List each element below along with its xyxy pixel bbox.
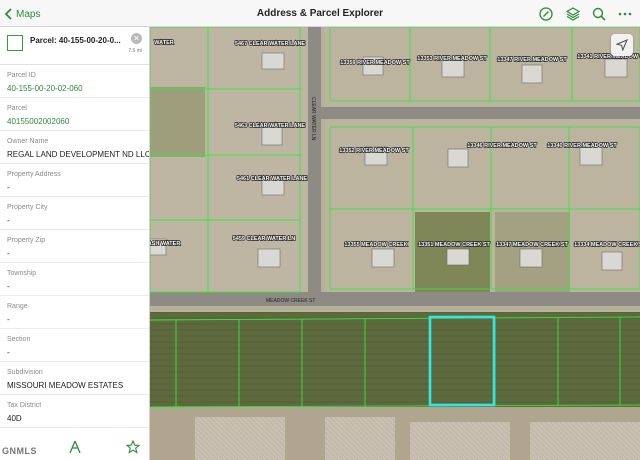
- mls-watermark: GNMLS: [2, 446, 37, 456]
- field-label: Property Zip: [7, 237, 46, 244]
- map-canvas[interactable]: 5467 CLEAR WATER LANE 13359 RIVER MEADOW …: [150, 27, 640, 460]
- parcel-address-label: 13359 RIVER MEADOW ST: [340, 60, 410, 66]
- satellite-map[interactable]: 5467 CLEAR WATER LANE 13359 RIVER MEADOW …: [150, 27, 640, 460]
- field-row: Section -: [0, 329, 149, 362]
- river-meadow-road: [321, 107, 640, 119]
- field-row: Property Zip -: [0, 230, 149, 263]
- clear-water-road: [308, 27, 321, 297]
- field-row: Owner Name REGAL LAND DEVELOPMENT ND LLC: [0, 131, 150, 164]
- parcel-swatch-icon: [7, 35, 23, 51]
- close-icon[interactable]: ✕: [131, 33, 142, 44]
- parcel-address-label: 13347 MEADOW CREEK ST: [496, 242, 568, 248]
- more-icon[interactable]: [617, 6, 633, 22]
- field-value: -: [7, 348, 10, 357]
- field-value: -: [7, 315, 10, 324]
- field-value: MISSOURI MEADOW ESTATES: [7, 381, 124, 390]
- parcel-address-label: 13347 RIVER MEADOW ST: [497, 57, 567, 63]
- field-value: -: [7, 249, 10, 258]
- yard-area: [150, 27, 310, 292]
- meadow-creek-road: [150, 292, 640, 306]
- field-label: Township: [7, 270, 37, 277]
- road-label: CLEAR WATER LN: [310, 97, 316, 141]
- field-value: -: [7, 282, 10, 291]
- field-row: Subdivision MISSOURI MEADOW ESTATES: [0, 362, 149, 395]
- field-label: Property City: [7, 204, 48, 211]
- parcel-address-label: 13352 RIVER MEADOW ST: [339, 148, 409, 154]
- parcel-address-label: 13340 RIVER MEADOW ST: [547, 143, 617, 149]
- parcel-address-label: 5459 CLEAR WATER LN: [233, 236, 296, 242]
- grass-patch: [150, 87, 205, 157]
- field-value[interactable]: 40-155-00-20-02-060: [7, 84, 83, 93]
- route-icon[interactable]: [68, 440, 82, 454]
- favorite-star-icon[interactable]: [125, 439, 141, 454]
- field-value: REGAL LAND DEVELOPMENT ND LLC: [7, 150, 150, 159]
- crop-field: [150, 312, 640, 407]
- road-label: MEADOW CREEK ST: [266, 298, 315, 304]
- parcel-address-label: 13355 MEADOW CREEK: [344, 242, 407, 248]
- locate-me-icon[interactable]: [611, 34, 633, 56]
- field-row: Property Address -: [0, 164, 149, 197]
- field-row: Property City -: [0, 197, 149, 230]
- parcel-address-label: 5463 CLEAR WATER LANE: [235, 123, 306, 129]
- tilled-field: [325, 417, 395, 460]
- top-toolbar: Maps Address & Parcel Explorer: [0, 0, 640, 27]
- search-icon[interactable]: [591, 6, 607, 22]
- field-row: Range -: [0, 296, 149, 329]
- field-value: -: [7, 183, 10, 192]
- field-row[interactable]: Parcel ID 40-155-00-20-02-060: [0, 65, 149, 98]
- parcel-address-label: 5461 CLEAR WATER LANE: [237, 176, 308, 182]
- tilled-field: [410, 422, 510, 460]
- field-label: Range: [7, 303, 28, 310]
- parcel-info-panel: Parcel: 40-155-00-20-0... ✕ 7.5 mi Parce…: [0, 27, 150, 460]
- field-label: Tax District: [7, 402, 42, 409]
- field-label: Parcel: [7, 105, 27, 112]
- parcel-address-label: WATER: [154, 40, 173, 46]
- parcel-header: Parcel: 40-155-00-20-0... ✕ 7.5 mi: [0, 27, 149, 65]
- field-row[interactable]: Parcel 40155002002060: [0, 98, 149, 131]
- field-label: Subdivision: [7, 369, 43, 376]
- layers-icon[interactable]: [565, 6, 581, 22]
- field-row: Township -: [0, 263, 149, 296]
- parcel-address-label: 13346 RIVER MEADOW ST: [467, 143, 537, 149]
- parcel-address-label: 5467 CLEAR WATER LANE: [235, 41, 306, 47]
- distance-label: 7.5 mi: [128, 48, 142, 54]
- parcel-address-label: 13353 RIVER MEADOW ST: [417, 56, 487, 62]
- parcel-title: Parcel: 40-155-00-20-0...: [30, 36, 121, 45]
- parcel-address-label: ASH WATER: [150, 241, 180, 247]
- field-label: Property Address: [7, 171, 61, 178]
- tilled-field: [195, 417, 285, 460]
- tilled-field: [530, 422, 640, 460]
- field-value: 40D: [7, 414, 22, 423]
- field-label: Section: [7, 336, 31, 343]
- parcel-address-label: 13334 MEADOW CREEK ST: [574, 242, 640, 248]
- parcel-address-label: 13351 MEADOW CREEK ST: [418, 242, 490, 248]
- field-value: -: [7, 216, 10, 225]
- compass-check-icon[interactable]: [538, 6, 554, 22]
- panel-footer: GNMLS: [0, 430, 149, 460]
- field-label: Parcel ID: [7, 72, 36, 79]
- field-value[interactable]: 40155002002060: [7, 117, 69, 126]
- field-row: Tax District 40D: [0, 395, 149, 428]
- field-label: Owner Name: [7, 138, 49, 145]
